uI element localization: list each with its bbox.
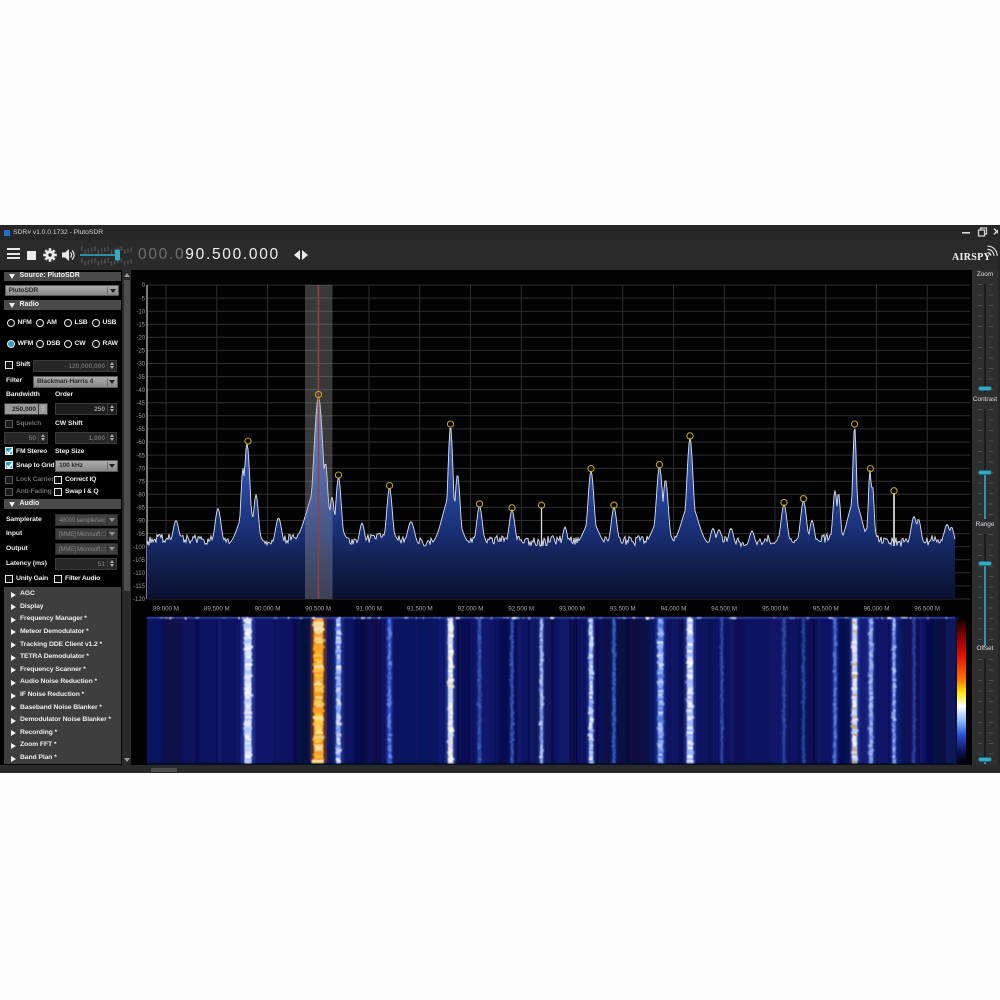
svg-text:94.500 M: 94.500 M xyxy=(711,606,737,613)
svg-text:-70: -70 xyxy=(136,466,145,472)
svg-text:-45: -45 xyxy=(136,401,145,407)
svg-text:91.500 M: 91.500 M xyxy=(407,606,433,613)
svg-text:-65: -65 xyxy=(136,453,145,459)
svg-text:-60: -60 xyxy=(136,440,145,446)
svg-text:90.500 M: 90.500 M xyxy=(305,606,331,613)
svg-text:-25: -25 xyxy=(136,349,145,355)
svg-text:-10: -10 xyxy=(136,309,145,315)
svg-text:95.000 M: 95.000 M xyxy=(762,606,788,613)
svg-text:92.000 M: 92.000 M xyxy=(458,606,484,613)
svg-text:89.000 M: 89.000 M xyxy=(153,606,179,613)
svg-text:-80: -80 xyxy=(136,493,145,499)
svg-text:95.500 M: 95.500 M xyxy=(813,606,839,613)
svg-text:-15: -15 xyxy=(136,322,145,328)
svg-text:94.000 M: 94.000 M xyxy=(661,606,687,613)
svg-text:-120: -120 xyxy=(133,597,146,603)
svg-text:-30: -30 xyxy=(136,362,145,368)
svg-text:-35: -35 xyxy=(136,375,145,381)
svg-text:-5: -5 xyxy=(140,296,146,302)
svg-text:-50: -50 xyxy=(136,414,145,420)
svg-text:89.500 M: 89.500 M xyxy=(204,606,230,613)
svg-text:-90: -90 xyxy=(136,519,145,525)
svg-text:-20: -20 xyxy=(136,336,145,342)
svg-text:-40: -40 xyxy=(136,388,145,394)
svg-text:93.500 M: 93.500 M xyxy=(610,606,636,613)
svg-text:90.000 M: 90.000 M xyxy=(255,606,281,613)
svg-text:-85: -85 xyxy=(136,506,145,512)
svg-text:93.000 M: 93.000 M xyxy=(559,606,585,613)
svg-text:-100: -100 xyxy=(133,545,146,551)
svg-text:-115: -115 xyxy=(133,584,145,590)
svg-text:91.000 M: 91.000 M xyxy=(356,606,382,613)
svg-text:96.500 M: 96.500 M xyxy=(914,606,940,613)
svg-text:96.000 M: 96.000 M xyxy=(864,606,890,613)
svg-text:92.500 M: 92.500 M xyxy=(508,606,534,613)
svg-text:-55: -55 xyxy=(136,427,145,433)
svg-text:-110: -110 xyxy=(133,571,145,577)
svg-text:-75: -75 xyxy=(136,479,145,485)
svg-text:0: 0 xyxy=(142,283,146,289)
svg-text:-95: -95 xyxy=(136,532,145,538)
svg-text:-105: -105 xyxy=(133,558,146,564)
